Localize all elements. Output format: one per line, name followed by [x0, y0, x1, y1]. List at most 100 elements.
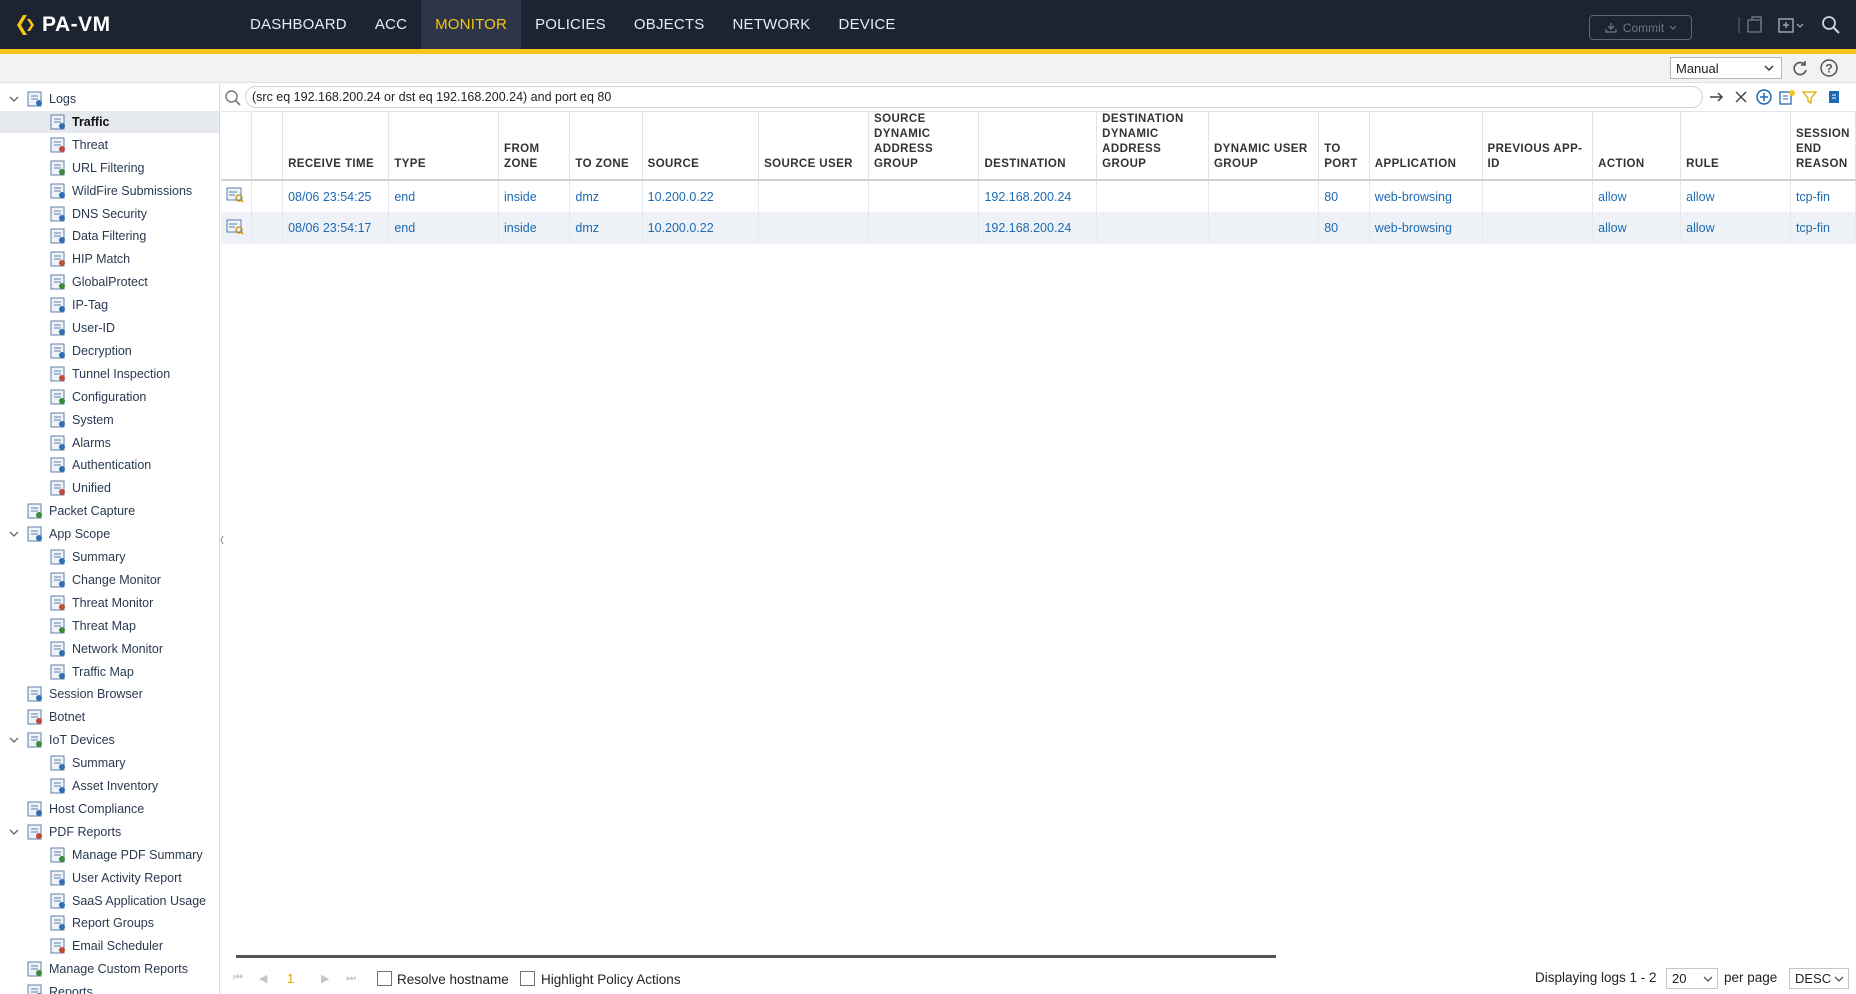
pa-vm-logo[interactable]: PA-VM [14, 13, 111, 37]
sidebar-item-decryption[interactable]: Decryption [0, 340, 219, 362]
log-detail-view-icon[interactable] [226, 219, 244, 235]
next-page-icon[interactable]: ▶ [321, 972, 329, 985]
sidebar-item-authentication[interactable]: Authentication [0, 454, 219, 476]
clear-filter-icon[interactable] [1732, 88, 1750, 106]
table-cell[interactable]: end [388, 180, 500, 212]
sort-order-select[interactable]: DESC [1789, 968, 1849, 989]
nav-device[interactable]: DEVICE [825, 0, 910, 49]
nav-objects[interactable]: OBJECTS [620, 0, 719, 49]
commit-button[interactable]: Commit [1589, 15, 1692, 40]
tree-expand-toggle-icon[interactable] [9, 94, 19, 104]
per-page-select[interactable]: 20 [1666, 968, 1718, 989]
first-page-icon[interactable]: ⏮ [233, 972, 243, 985]
table-cell[interactable]: 08/06 23:54:17 [282, 212, 390, 244]
column-header[interactable]: RECEIVE TIME [282, 112, 390, 181]
sidebar-item-network-monitor[interactable]: Network Monitor [0, 638, 219, 660]
sidebar-item-tunnel-inspection[interactable]: Tunnel Inspection [0, 363, 219, 385]
sidebar-item-app-scope[interactable]: App Scope [0, 523, 219, 545]
column-header[interactable]: DYNAMIC USER GROUP [1208, 112, 1320, 181]
column-header[interactable]: PREVIOUS APP-ID [1482, 112, 1594, 181]
nav-acc[interactable]: ACC [361, 0, 421, 49]
sidebar-item-iot-devices[interactable]: IoT Devices [0, 729, 219, 751]
sidebar-item-unified[interactable]: Unified [0, 477, 219, 499]
prev-page-icon[interactable]: ◀ [259, 972, 267, 985]
apply-filter-icon[interactable] [1708, 88, 1726, 106]
column-header[interactable] [221, 112, 253, 181]
column-header[interactable]: RULE [1680, 112, 1791, 181]
column-header[interactable]: APPLICATION [1369, 112, 1483, 181]
log-detail-view-icon[interactable] [226, 187, 244, 203]
sidebar-item-logs[interactable]: Logs [0, 88, 219, 110]
table-cell[interactable]: web-browsing [1369, 212, 1483, 244]
last-page-icon[interactable]: ⏭ [346, 972, 356, 985]
horizontal-scrollbar[interactable] [236, 955, 1276, 958]
table-cell[interactable]: allow [1592, 212, 1682, 244]
tree-expand-toggle-icon[interactable] [9, 735, 19, 745]
tree-expand-toggle-icon[interactable] [9, 529, 19, 539]
sidebar-item-traffic[interactable]: Traffic [0, 110, 219, 133]
column-header[interactable]: TO PORT [1318, 112, 1370, 181]
table-cell[interactable]: tcp-fin [1790, 180, 1856, 212]
highlight-policy-checkbox[interactable] [520, 971, 535, 986]
table-cell[interactable]: 10.200.0.22 [642, 212, 760, 244]
sidebar-item-session-browser[interactable]: Session Browser [0, 683, 219, 705]
sidebar-item-threat[interactable]: Threat [0, 134, 219, 156]
sidebar-item-hip-match[interactable]: HIP Match [0, 248, 219, 270]
table-cell[interactable]: 80 [1318, 212, 1370, 244]
column-header[interactable]: TYPE [388, 112, 500, 181]
table-cell[interactable]: allow [1592, 180, 1682, 212]
table-cell[interactable]: web-browsing [1369, 180, 1483, 212]
table-cell[interactable]: 08/06 23:54:25 [282, 180, 390, 212]
table-cell[interactable]: dmz [569, 212, 643, 244]
current-page[interactable]: 1 [287, 971, 294, 986]
sidebar-item-manage-custom-reports[interactable]: Manage Custom Reports [0, 958, 219, 980]
config-lock-icon[interactable] [1744, 14, 1766, 36]
column-header[interactable]: DESTINATION [978, 112, 1098, 181]
tree-expand-toggle-icon[interactable] [9, 827, 19, 837]
sidebar-item-threat-monitor[interactable]: Threat Monitor [0, 592, 219, 614]
sidebar-item-summary[interactable]: Summary [0, 546, 219, 568]
log-detail-cell[interactable] [221, 180, 253, 212]
sidebar-item-alarms[interactable]: Alarms [0, 432, 219, 454]
column-header[interactable]: DESTINATION DYNAMIC ADDRESS GROUP [1096, 112, 1209, 181]
table-cell[interactable]: allow [1680, 180, 1791, 212]
column-header[interactable]: FROM ZONE [498, 112, 571, 181]
column-header[interactable]: ACTION [1592, 112, 1682, 181]
search-icon[interactable] [1820, 14, 1842, 36]
column-header[interactable]: TO ZONE [569, 112, 643, 181]
table-cell[interactable]: allow [1680, 212, 1791, 244]
column-header[interactable]: SOURCE USER [758, 112, 870, 181]
sidebar-item-traffic-map[interactable]: Traffic Map [0, 661, 219, 683]
export-csv-icon[interactable] [1825, 88, 1843, 106]
refresh-icon[interactable] [1790, 58, 1810, 78]
sidebar-item-pdf-reports[interactable]: PDF Reports [0, 821, 219, 843]
sidebar-item-data-filtering[interactable]: Data Filtering [0, 225, 219, 247]
filter-query-input[interactable]: (src eq 192.168.200.24 or dst eq 192.168… [245, 86, 1703, 108]
sidebar-item-user-id[interactable]: User-ID [0, 317, 219, 339]
nav-monitor[interactable]: MONITOR [421, 0, 522, 49]
log-detail-cell[interactable] [221, 212, 253, 244]
sidebar-item-configuration[interactable]: Configuration [0, 386, 219, 408]
sidebar-item-reports[interactable]: Reports [0, 981, 219, 994]
table-cell[interactable]: 192.168.200.24 [978, 212, 1098, 244]
table-row[interactable]: 08/06 23:54:17 end inside dmz 10.200.0.22 192… [221, 212, 1856, 244]
table-cell[interactable]: tcp-fin [1790, 212, 1856, 244]
column-header[interactable]: SOURCE DYNAMIC ADDRESS GROUP [868, 112, 980, 181]
table-cell[interactable]: inside [498, 212, 571, 244]
sidebar-item-host-compliance[interactable]: Host Compliance [0, 798, 219, 820]
table-cell[interactable]: 80 [1318, 180, 1370, 212]
sidebar-item-url-filtering[interactable]: URL Filtering [0, 157, 219, 179]
nav-dashboard[interactable]: DASHBOARD [236, 0, 361, 49]
column-header[interactable]: SESSION END REASON [1790, 112, 1856, 181]
table-row[interactable]: 08/06 23:54:25 end inside dmz 10.200.0.22 192… [221, 180, 1856, 212]
sidebar-item-globalprotect[interactable]: GlobalProtect [0, 271, 219, 293]
resolve-hostname-checkbox[interactable] [377, 971, 392, 986]
sidebar-item-change-monitor[interactable]: Change Monitor [0, 569, 219, 591]
sidebar-item-threat-map[interactable]: Threat Map [0, 615, 219, 637]
refresh-interval-select[interactable]: Manual [1670, 57, 1782, 79]
sidebar-item-user-activity-report[interactable]: User Activity Report [0, 867, 219, 889]
table-cell[interactable]: end [388, 212, 500, 244]
column-header[interactable]: SOURCE [642, 112, 760, 181]
sidebar-item-dns-security[interactable]: DNS Security [0, 203, 219, 225]
nav-policies[interactable]: POLICIES [521, 0, 620, 49]
